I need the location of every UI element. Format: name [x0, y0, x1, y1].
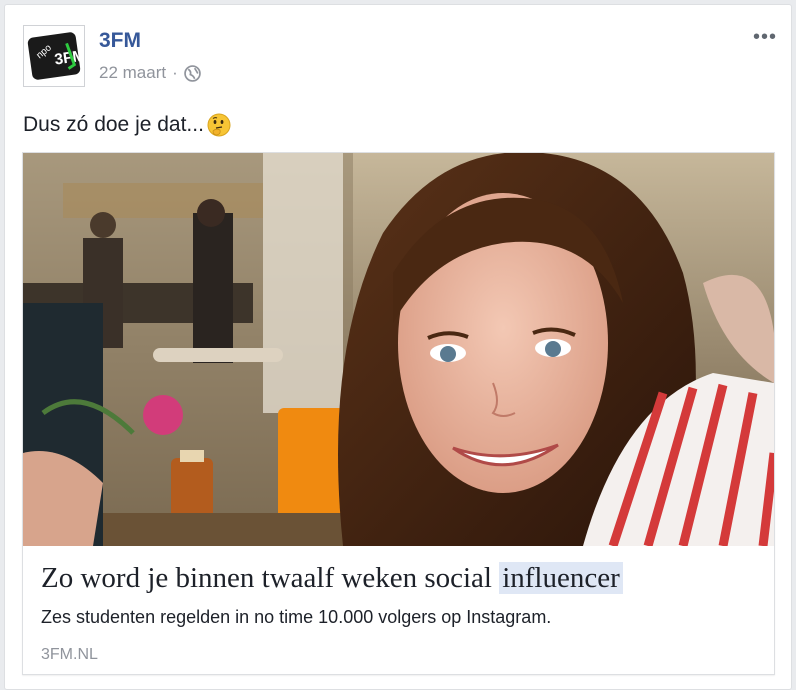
- globe-icon[interactable]: [183, 64, 201, 82]
- link-domain: 3FM.NL: [41, 646, 98, 663]
- post-meta: 22 maart ·: [99, 63, 201, 83]
- article-photo[interactable]: [23, 153, 774, 546]
- post-date-link[interactable]: 22 maart: [99, 63, 166, 83]
- link-description: Zes studenten regelden in no time 10.000…: [41, 607, 552, 627]
- thinking-face-icon: [207, 113, 231, 137]
- page-avatar-logo[interactable]: npo 3FM: [23, 25, 85, 87]
- link-title-highlight: influencer: [499, 562, 623, 594]
- post-card: npo 3FM 3FM 22 maart · ••• Dus zó doe je…: [4, 4, 792, 690]
- post-text: Dus zó doe je dat...: [23, 112, 232, 138]
- page-name-link[interactable]: 3FM: [99, 29, 141, 53]
- post-message: Dus zó doe je dat...: [23, 113, 204, 136]
- meta-separator: ·: [172, 63, 178, 82]
- more-options-icon[interactable]: •••: [753, 27, 777, 47]
- link-title-main: Zo word je binnen twaalf weken social: [41, 562, 492, 594]
- link-title[interactable]: Zo word je binnen twaalf weken social in…: [41, 562, 623, 595]
- link-preview-card[interactable]: Zo word je binnen twaalf weken social in…: [22, 152, 775, 675]
